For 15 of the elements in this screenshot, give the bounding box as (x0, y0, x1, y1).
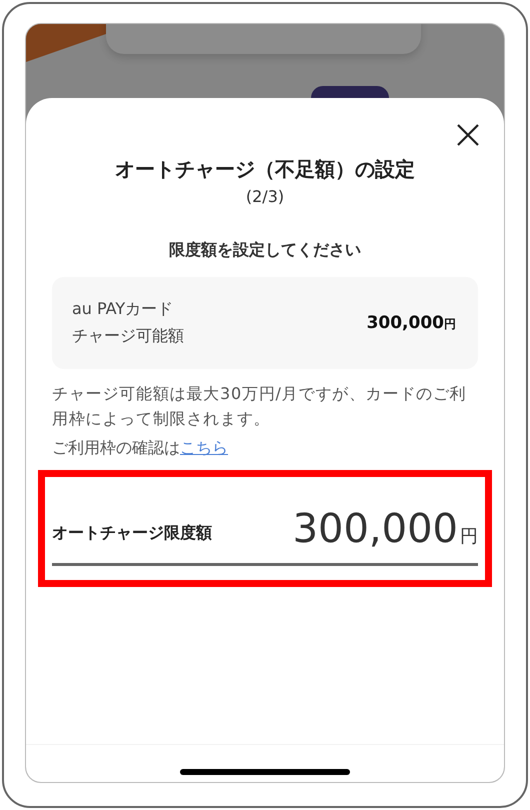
prompt-text: 限度額を設定してください (168, 240, 362, 261)
note-text: チャージ可能額は最大30万円/月ですが、カードのご利用枠によって制限されます。 (52, 383, 468, 430)
currency-unit: 円 (460, 525, 478, 548)
step-indicator: (2/3) (244, 187, 286, 206)
currency-unit: 円 (444, 317, 456, 331)
close-icon[interactable] (456, 123, 480, 147)
note-text: ご利用枠の確認は (52, 437, 180, 459)
sheet-title: オートチャージ（不足額）の設定 (114, 156, 416, 183)
limit-input-field[interactable]: オートチャージ限度額 300,000 円 (52, 495, 478, 566)
card-amount: 300,000 (366, 313, 444, 333)
card-label: チャージ可能額 (72, 326, 184, 347)
field-label: オートチャージ限度額 (52, 522, 212, 544)
card-label: au PAYカード (72, 299, 174, 320)
field-value: 300,000 (292, 506, 458, 552)
limit-check-link[interactable]: こちら (180, 435, 228, 460)
